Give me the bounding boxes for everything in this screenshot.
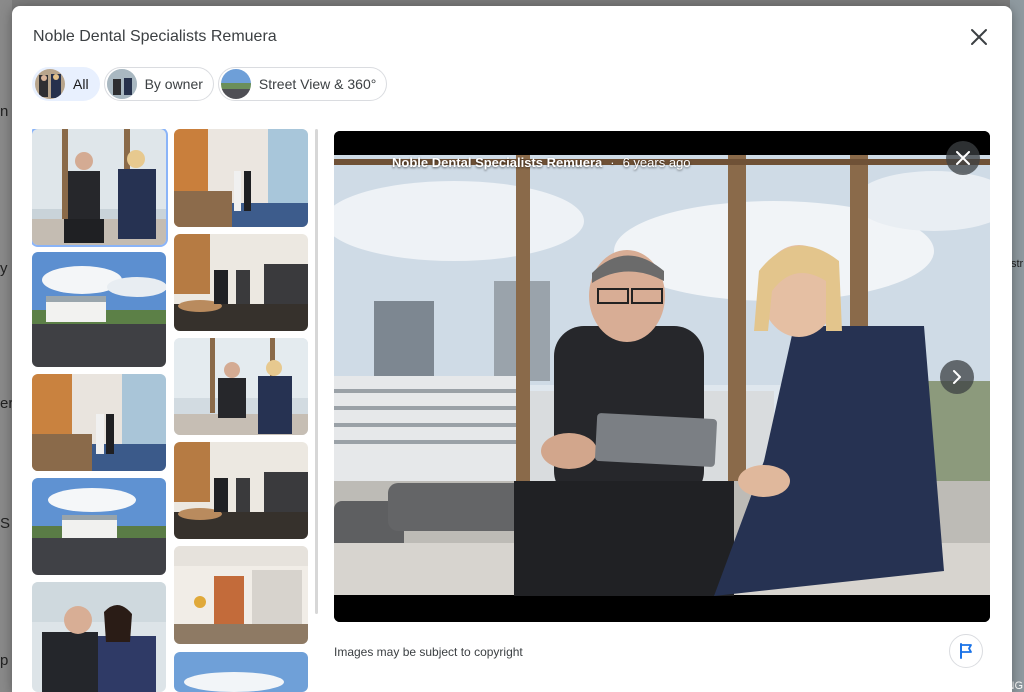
- photo-attribution: Noble Dental Specialists Remuera · 6 yea…: [392, 155, 691, 170]
- main-photo: [334, 131, 990, 622]
- background-fragment: y: [0, 260, 8, 277]
- photo-thumbnail[interactable]: [174, 546, 308, 644]
- photo-viewer: Noble Dental Specialists Remuera · 6 yea…: [334, 131, 990, 622]
- photo-thumbnail[interactable]: [32, 374, 166, 471]
- chip-by-owner[interactable]: By owner: [103, 67, 214, 101]
- chip-all-label: All: [73, 76, 89, 92]
- chevron-right-icon: [953, 370, 961, 384]
- viewer-close-button[interactable]: [946, 141, 980, 175]
- close-icon: [971, 29, 987, 45]
- photo-modal: Noble Dental Specialists Remuera All By …: [12, 6, 1012, 692]
- copyright-notice: Images may be subject to copyright: [334, 645, 523, 659]
- flag-icon: [960, 643, 972, 659]
- background-fragment: n: [0, 103, 9, 120]
- photo-author[interactable]: Noble Dental Specialists Remuera: [392, 155, 602, 170]
- background-fragment: S: [0, 515, 11, 532]
- modal-title: Noble Dental Specialists Remuera: [33, 28, 277, 45]
- photo-age: 6 years ago: [622, 155, 691, 170]
- chip-street-view-label: Street View & 360°: [258, 76, 377, 92]
- photo-thumbnail[interactable]: [174, 234, 308, 331]
- chip-street-view[interactable]: Street View & 360°: [217, 67, 388, 101]
- chip-all-thumbnail: [35, 69, 65, 99]
- background-right-map-strip: [1010, 0, 1024, 692]
- modal-close-button[interactable]: [964, 22, 994, 52]
- photo-thumbnail-list: [32, 129, 312, 692]
- attribution-separator: ·: [610, 155, 615, 170]
- chip-by-owner-label: By owner: [144, 76, 203, 92]
- chip-by-owner-thumbnail: [106, 69, 137, 99]
- photo-thumbnail[interactable]: [32, 129, 168, 247]
- photo-thumbnail[interactable]: [32, 478, 166, 575]
- thumbnail-scrollbar[interactable]: [315, 129, 318, 614]
- photo-thumbnail[interactable]: [174, 652, 308, 692]
- photo-thumbnail[interactable]: [174, 442, 308, 539]
- photo-thumbnail[interactable]: [32, 252, 166, 367]
- photo-thumbnail[interactable]: [32, 582, 166, 692]
- chip-street-view-thumbnail: [220, 69, 251, 99]
- background-fragment: p: [0, 652, 9, 669]
- report-photo-button[interactable]: [949, 634, 983, 668]
- photo-filter-chips: All By owner Street View & 360°: [32, 67, 388, 101]
- next-photo-button[interactable]: [940, 360, 974, 394]
- photo-thumbnail[interactable]: [174, 129, 308, 227]
- background-fragment: str: [1011, 258, 1024, 270]
- close-icon: [956, 151, 970, 165]
- photo-thumbnail[interactable]: [174, 338, 308, 435]
- chip-all[interactable]: All: [32, 67, 100, 101]
